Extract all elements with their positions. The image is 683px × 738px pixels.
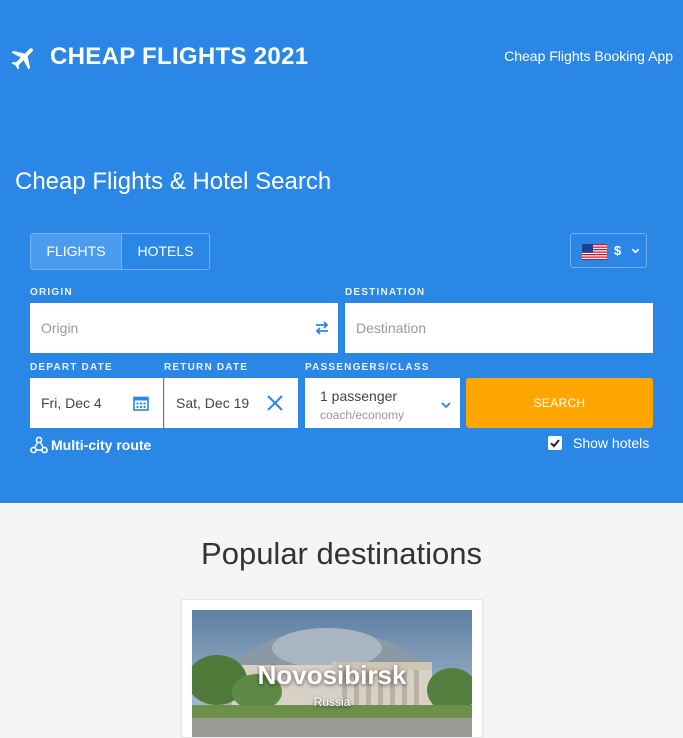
chevron-down-icon bbox=[631, 248, 640, 254]
destination-card[interactable]: Novosibirsk Russia bbox=[181, 599, 483, 738]
return-date-field[interactable]: Sat, Dec 19 bbox=[164, 378, 298, 428]
page-title: Cheap Flights & Hotel Search bbox=[15, 168, 332, 195]
search-hero: CHEAP FLIGHTS 2021 Cheap Flights Booking… bbox=[0, 0, 683, 503]
chevron-down-icon bbox=[441, 402, 451, 409]
show-hotels-checkbox[interactable] bbox=[548, 436, 562, 450]
passengers-label: PASSENGERS/CLASS bbox=[305, 362, 430, 373]
show-hotels-toggle[interactable]: Show hotels bbox=[548, 435, 649, 451]
checkmark-icon bbox=[550, 439, 560, 448]
popular-destinations-title: Popular destinations bbox=[201, 536, 482, 571]
destination-country: Russia bbox=[313, 695, 351, 709]
tab-hotels[interactable]: HOTELS bbox=[121, 234, 209, 269]
currency-selector[interactable]: $ bbox=[570, 233, 647, 268]
search-type-tabs: FLIGHTS HOTELS bbox=[30, 233, 210, 270]
brand-title[interactable]: CHEAP FLIGHTS 2021 bbox=[50, 43, 308, 71]
destination-field[interactable]: Destination bbox=[345, 303, 653, 353]
destination-label: DESTINATION bbox=[345, 287, 426, 298]
origin-placeholder: Origin bbox=[41, 320, 79, 336]
multi-city-link[interactable]: Multi-city route bbox=[30, 436, 151, 454]
depart-date-label: DEPART DATE bbox=[30, 362, 113, 373]
depart-date-value: Fri, Dec 4 bbox=[41, 395, 102, 411]
calendar-icon bbox=[133, 396, 149, 411]
return-date-label: RETURN DATE bbox=[164, 362, 249, 373]
show-hotels-label: Show hotels bbox=[573, 435, 650, 451]
app-name-link[interactable]: Cheap Flights Booking App bbox=[504, 48, 673, 64]
origin-label: ORIGIN bbox=[30, 287, 73, 298]
destination-image: Novosibirsk Russia bbox=[192, 610, 472, 737]
multi-city-label: Multi-city route bbox=[51, 437, 152, 453]
clear-icon[interactable] bbox=[266, 394, 284, 412]
return-date-value: Sat, Dec 19 bbox=[176, 395, 250, 411]
airplane-icon bbox=[11, 48, 33, 70]
passenger-count: 1 passenger bbox=[320, 388, 398, 404]
us-flag-icon bbox=[582, 244, 607, 260]
search-button[interactable]: SEARCH bbox=[466, 378, 653, 428]
currency-symbol: $ bbox=[614, 243, 622, 258]
passengers-selector[interactable]: 1 passenger coach/economy bbox=[305, 378, 460, 428]
destination-city: Novosibirsk bbox=[257, 660, 407, 690]
tab-flights[interactable]: FLIGHTS bbox=[31, 234, 121, 269]
route-icon bbox=[30, 436, 48, 454]
depart-date-field[interactable]: Fri, Dec 4 bbox=[30, 378, 163, 428]
destination-placeholder: Destination bbox=[356, 320, 427, 336]
origin-field[interactable]: Origin bbox=[30, 303, 338, 353]
swap-icon[interactable] bbox=[314, 320, 330, 336]
travel-class: coach/economy bbox=[320, 408, 405, 422]
